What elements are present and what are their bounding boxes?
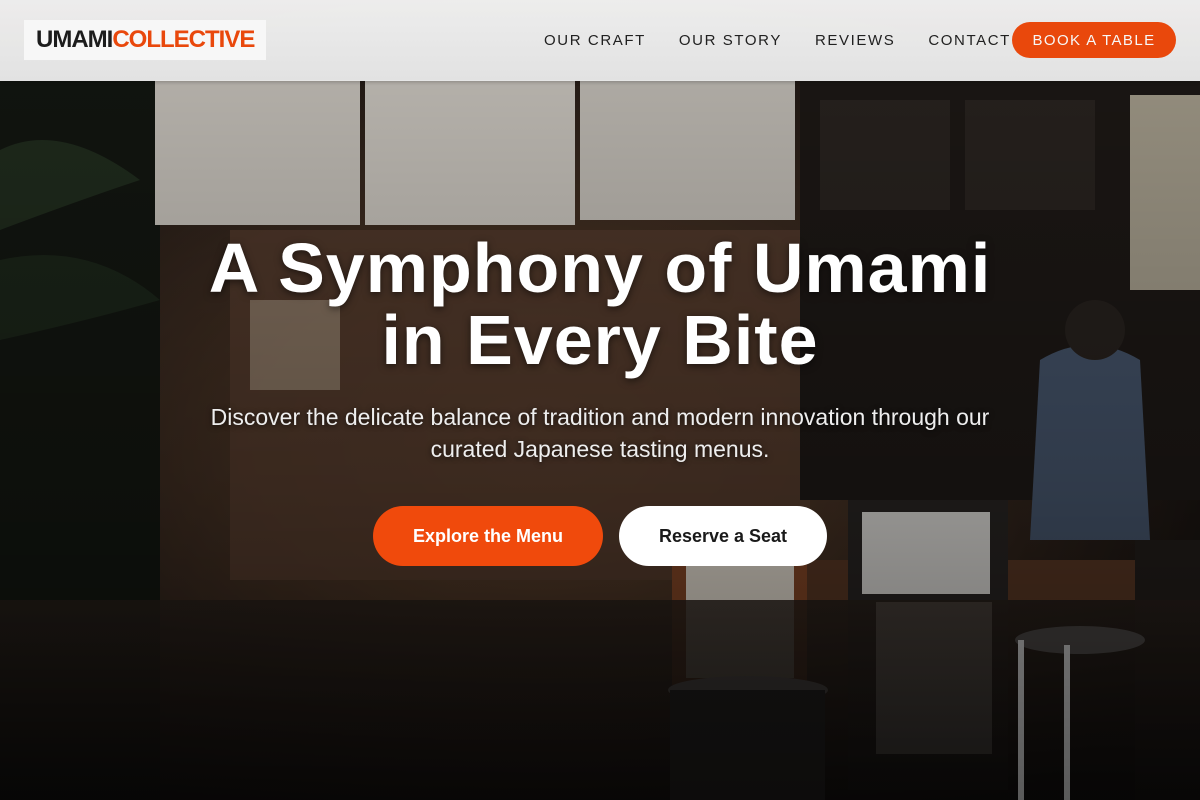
main-nav: OUR CRAFT OUR STORY REVIEWS CONTACT — [544, 0, 1044, 81]
hero-overlay — [0, 0, 1200, 800]
site-header: UMAMI COLLECTIVE OUR CRAFT OUR STORY REVI… — [0, 0, 1200, 81]
hero-section — [0, 0, 1200, 800]
logo-part-umami: UMAMI — [36, 26, 113, 53]
nav-link-reviews[interactable]: REVIEWS — [815, 32, 895, 49]
headline-line-2: in Every Bite — [381, 301, 819, 379]
reserve-seat-button[interactable]: Reserve a Seat — [619, 506, 827, 566]
brand-logo[interactable]: UMAMI COLLECTIVE — [24, 20, 267, 60]
nav-link-our-story[interactable]: OUR STORY — [679, 32, 782, 49]
subtitle-line-2: curated Japanese tasting menus. — [430, 436, 770, 462]
book-table-button[interactable]: BOOK A TABLE — [1012, 22, 1176, 58]
subtitle-line-1: Discover the delicate balance of traditi… — [210, 404, 990, 430]
explore-menu-button[interactable]: Explore the Menu — [373, 506, 603, 566]
nav-link-our-craft[interactable]: OUR CRAFT — [544, 32, 646, 49]
nav-link-contact[interactable]: CONTACT — [928, 32, 1011, 49]
headline-line-1: A Symphony of Umami — [208, 229, 992, 307]
logo-part-collective: COLLECTIVE — [112, 26, 255, 53]
hero-subtitle: Discover the delicate balance of traditi… — [170, 401, 1030, 465]
hero-headline: A Symphony of Umami in Every Bite — [0, 232, 1200, 376]
